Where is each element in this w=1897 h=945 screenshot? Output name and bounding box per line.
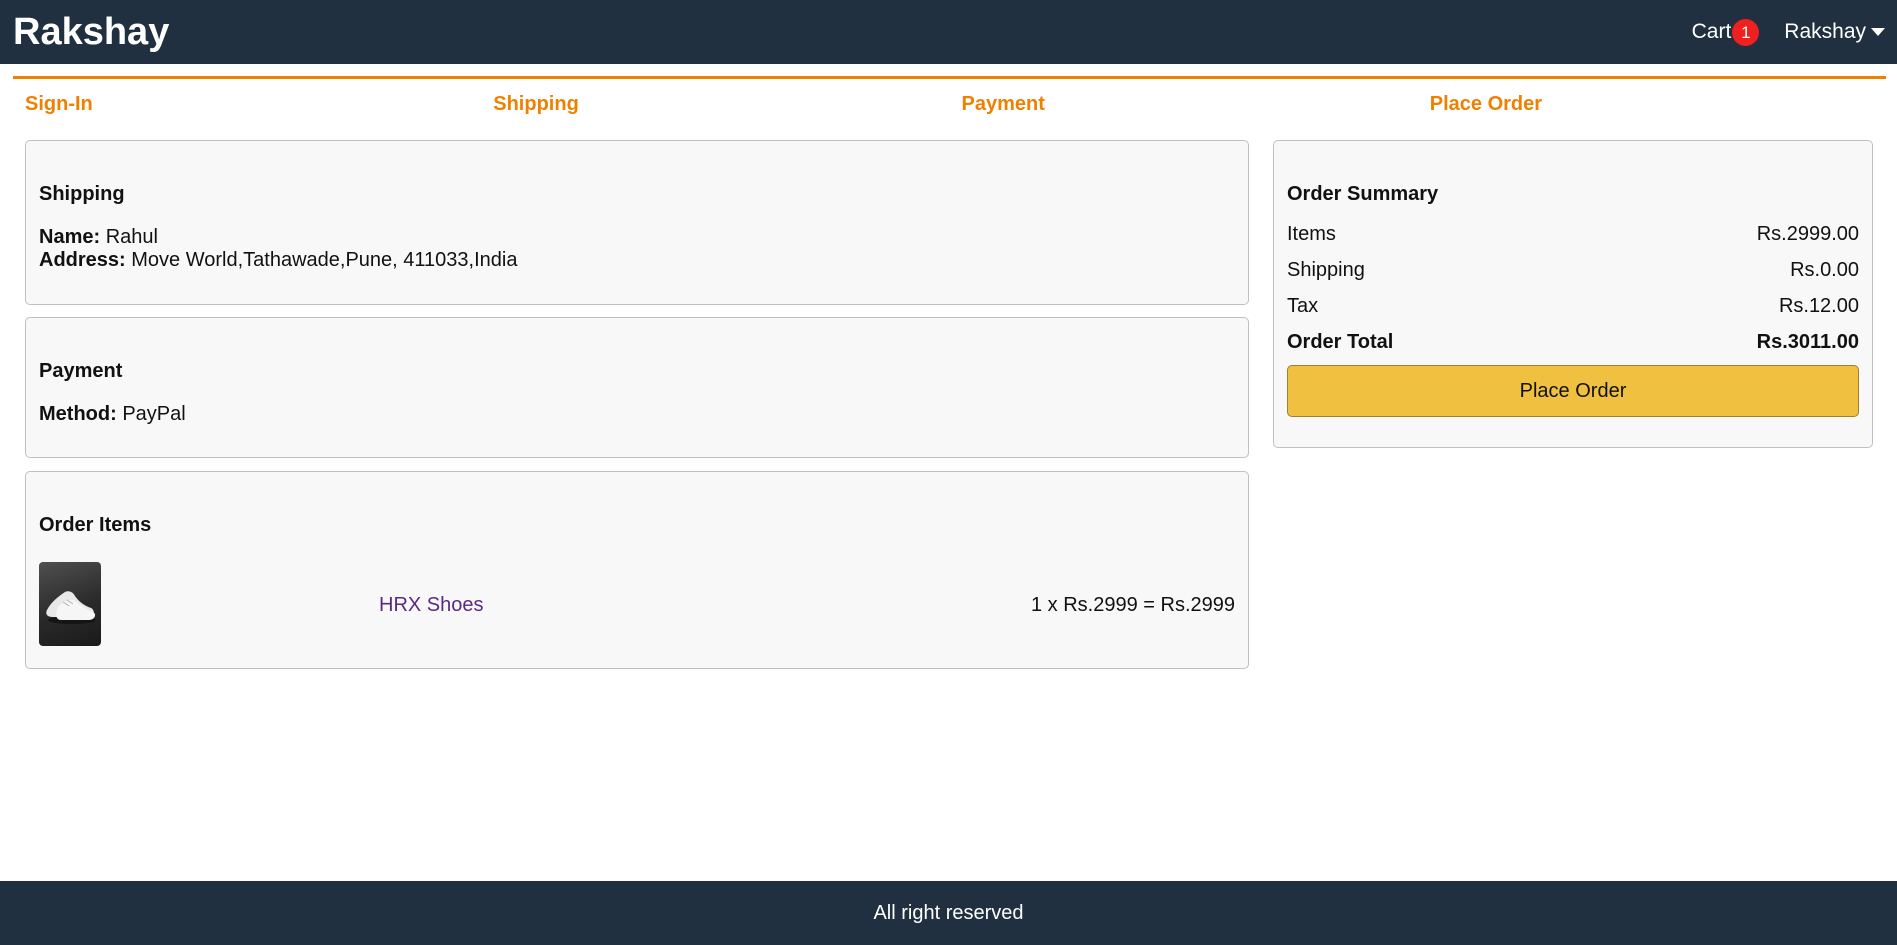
method-value: PayPal — [122, 403, 186, 425]
payment-method: Method: PayPal — [39, 403, 1235, 426]
footer-text: All right reserved — [873, 901, 1024, 924]
summary-title: Order Summary — [1287, 183, 1439, 205]
user-dropdown[interactable]: Rakshay — [1784, 20, 1885, 44]
total-label: Order Total — [1287, 331, 1394, 353]
summary-row-total: Order Total Rs.3011.00 — [1287, 332, 1859, 368]
order-summary-card: Order Summary Items Rs.2999.00 Shipping … — [1273, 140, 1873, 448]
step-shipping: Shipping — [481, 76, 950, 126]
tax-value: Rs.12.00 — [1778, 295, 1859, 317]
order-items-card: Order Items HRX Shoes 1 x Rs.2999 = Rs.2… — [25, 471, 1249, 669]
shipping-label: Shipping — [1287, 259, 1365, 281]
tax-label: Tax — [1287, 295, 1319, 317]
step-payment: Payment — [949, 76, 1418, 126]
summary-row-tax: Tax Rs.12.00 — [1287, 296, 1859, 332]
item-price-line: 1 x Rs.2999 = Rs.2999 — [1030, 594, 1235, 616]
summary-row-shipping: Shipping Rs.0.00 — [1287, 260, 1859, 296]
shipping-card: Shipping Name: Rahul Address: Move World… — [25, 140, 1249, 305]
shipping-title: Shipping — [39, 183, 125, 205]
step-sign-in: Sign-In — [13, 76, 482, 126]
cart-link[interactable]: Cart 1 — [1691, 18, 1760, 46]
payment-title: Payment — [39, 360, 123, 382]
place-order-button[interactable]: Place Order — [1287, 365, 1859, 417]
order-item-row: HRX Shoes 1 x Rs.2999 = Rs.2999 — [39, 562, 1235, 646]
product-thumbnail — [39, 562, 101, 646]
shipping-address: Address: Move World,Tathawade,Pune, 4110… — [39, 249, 1235, 272]
product-link[interactable]: HRX Shoes — [379, 594, 484, 617]
address-value: Move World,Tathawade,Pune, 411033,India — [131, 249, 518, 271]
brand-logo-link[interactable]: Rakshay — [13, 11, 169, 54]
step-place-order: Place Order — [1417, 76, 1886, 126]
shipping-name: Name: Rahul — [39, 226, 1235, 249]
items-value: Rs.2999.00 — [1756, 223, 1859, 245]
name-label: Name: — [39, 226, 101, 248]
name-value: Rahul — [105, 226, 158, 248]
order-items-title: Order Items — [39, 514, 152, 536]
items-label: Items — [1287, 223, 1336, 245]
total-value: Rs.3011.00 — [1756, 331, 1859, 353]
shoe-image — [46, 591, 96, 624]
payment-card: Payment Method: PayPal — [25, 317, 1249, 458]
checkout-steps: Sign-In Shipping Payment Place Order — [13, 76, 1886, 126]
shipping-value: Rs.0.00 — [1790, 259, 1859, 281]
address-label: Address: — [39, 249, 126, 271]
summary-row-items: Items Rs.2999.00 — [1287, 224, 1859, 260]
method-label: Method: — [39, 403, 117, 425]
caret-down-icon — [1871, 28, 1885, 36]
cart-label: Cart — [1691, 20, 1732, 43]
user-name: Rakshay — [1784, 20, 1866, 43]
footer: All right reserved — [0, 881, 1897, 945]
top-navbar: Rakshay Cart 1 Rakshay — [0, 0, 1897, 64]
header-actions: Cart 1 Rakshay — [1691, 18, 1885, 46]
cart-count-badge: 1 — [1732, 18, 1760, 46]
